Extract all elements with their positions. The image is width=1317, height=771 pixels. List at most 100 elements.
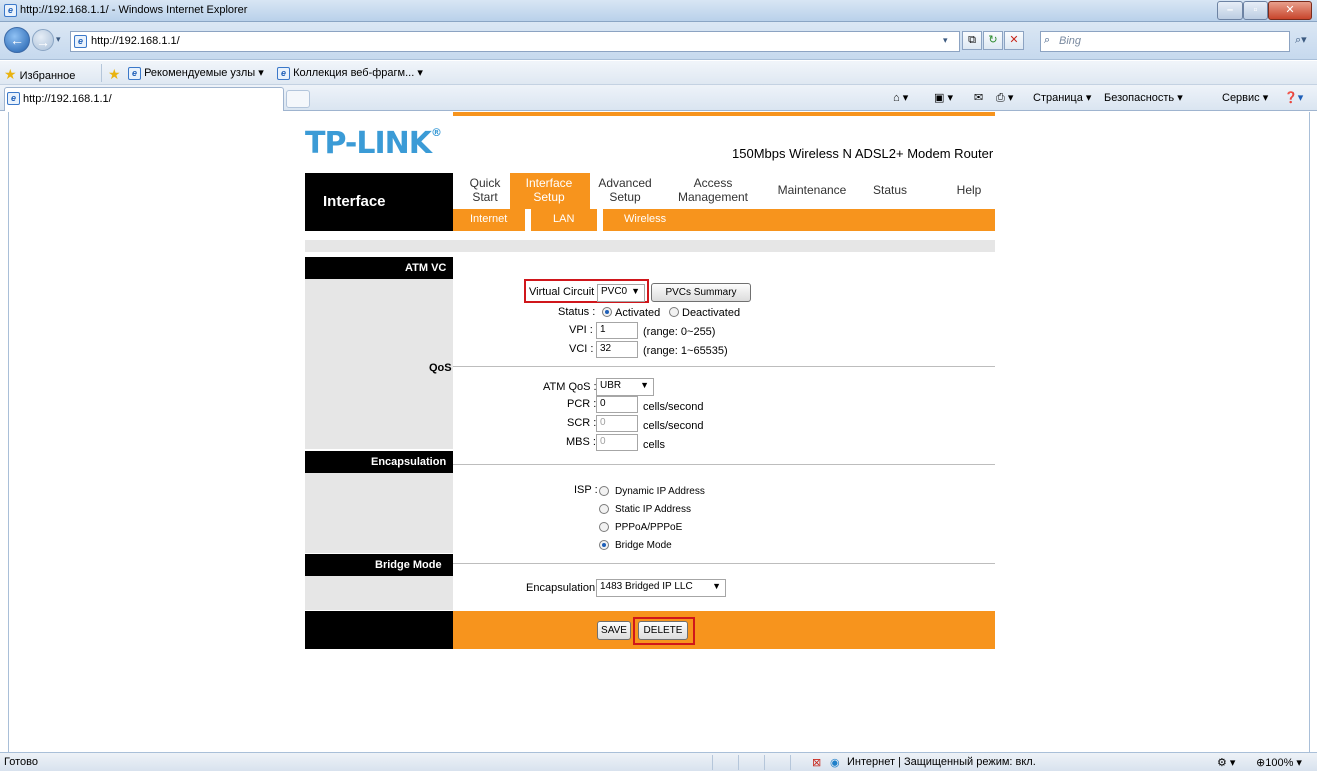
router-page: TP-LINK® 150Mbps Wireless N ADSL2+ Modem…	[305, 112, 995, 652]
page-menu[interactable]: Страница ▾	[1033, 91, 1091, 104]
isp-dynamic-ip-label: Dynamic IP Address	[615, 486, 705, 497]
home-icon[interactable]: ⌂ ▾	[893, 91, 908, 104]
status-bar: Готово ⊠ ◉ Интернет | Защищенный режим: …	[0, 752, 1317, 771]
divider	[712, 755, 713, 770]
vci-label: VCI :	[569, 343, 594, 355]
vpi-range: (range: 0~255)	[643, 326, 716, 338]
chevron-down-icon: ▼	[640, 380, 649, 390]
isp-bridge-mode-radio[interactable]	[599, 540, 609, 550]
back-button[interactable]: ←	[4, 27, 30, 53]
search-field[interactable]: ⌕ Bing	[1040, 31, 1290, 52]
nav-interface-setup[interactable]: Interface Setup	[515, 176, 583, 204]
favorites-bar: ★ Избранное ★ e Рекомендуемые узлы ▾ e К…	[0, 61, 1317, 85]
navigation-bar: ← → ▾ e http://192.168.1.1/ ▾ ⧉ ↻ ✕ ⌕ Bi…	[0, 22, 1317, 60]
save-button[interactable]: SAVE	[597, 621, 631, 640]
window-title-bar: e http://192.168.1.1/ - Windows Internet…	[0, 0, 1317, 22]
tp-link-logo: TP-LINK®	[305, 126, 442, 161]
status-deactivated-radio[interactable]	[669, 307, 679, 317]
pvcs-summary-button[interactable]: PVCs Summary	[651, 283, 751, 302]
subnav-wireless[interactable]: Wireless	[624, 213, 666, 225]
address-field[interactable]: e http://192.168.1.1/ ▾	[70, 31, 960, 52]
nav-advanced-setup[interactable]: Advanced Setup	[593, 176, 657, 204]
vci-range: (range: 1~65535)	[643, 345, 728, 357]
mbs-input[interactable]: 0	[596, 434, 638, 451]
encapsulation-label: Encapsulation	[371, 456, 447, 468]
isp-bridge-mode-label: Bridge Mode	[615, 540, 672, 551]
forward-button[interactable]: →	[32, 29, 54, 51]
subnav-internet[interactable]: Internet	[470, 213, 507, 225]
subnav-lan[interactable]: LAN	[553, 213, 574, 225]
popup-blocked-icon[interactable]: ⊠	[812, 756, 821, 769]
divider	[453, 366, 995, 367]
safety-menu[interactable]: Безопасность ▾	[1104, 91, 1183, 104]
mbs-label: MBS :	[566, 436, 596, 448]
isp-pppoa-pppoe-label: PPPoA/PPPoE	[615, 522, 683, 533]
atm-qos-label: ATM QoS :	[543, 381, 597, 393]
isp-label: ISP :	[574, 484, 598, 496]
spacer-band	[305, 240, 995, 252]
nav-help[interactable]: Help	[951, 183, 987, 197]
bridge-encapsulation-label: Encapsulation :	[526, 582, 602, 594]
virtual-circuit-select[interactable]: PVC0 ▼	[597, 284, 645, 302]
virtual-circuit-label: Virtual Circuit :	[529, 286, 601, 298]
recent-pages-dropdown-icon[interactable]: ▾	[56, 34, 61, 45]
nav-quick-start[interactable]: Quick Start	[465, 176, 505, 204]
page-icon: e	[128, 66, 141, 80]
tab-title: http://192.168.1.1/	[23, 93, 112, 105]
scr-input[interactable]: 0	[596, 415, 638, 432]
nav-maintenance[interactable]: Maintenance	[769, 183, 855, 197]
favorite-suggested-sites[interactable]: e Рекомендуемые узлы ▾	[128, 66, 264, 80]
page-icon: e	[7, 92, 20, 105]
nav-status[interactable]: Status	[867, 183, 913, 197]
compatibility-view-icon[interactable]: ⧉	[962, 31, 982, 50]
section-title: Interface	[323, 193, 386, 210]
feeds-icon[interactable]: ▣ ▾	[934, 91, 953, 104]
zoom-level[interactable]: ⊕100% ▾	[1256, 756, 1302, 769]
subnav-bar	[453, 209, 995, 231]
help-icon[interactable]: ❓▾	[1284, 91, 1303, 104]
divider	[738, 755, 739, 770]
divider	[101, 64, 102, 82]
isp-static-ip-radio[interactable]	[599, 504, 609, 514]
status-label: Status :	[558, 306, 596, 318]
search-placeholder: Bing	[1059, 35, 1082, 47]
pcr-label: PCR :	[567, 398, 597, 410]
isp-pppoa-pppoe-radio[interactable]	[599, 522, 609, 532]
address-dropdown-icon[interactable]: ▾	[943, 35, 948, 46]
minimize-button[interactable]: –	[1217, 1, 1243, 20]
search-engine-icon: ⌕	[1044, 34, 1051, 46]
status-activated-label: Activated	[615, 307, 661, 319]
left-column-bg	[305, 576, 453, 610]
left-column-bg	[305, 473, 453, 553]
tools-menu[interactable]: Сервис ▾	[1222, 91, 1268, 104]
search-icon[interactable]: ⌕▾	[1295, 33, 1307, 47]
close-window-button[interactable]: ✕	[1268, 1, 1312, 20]
new-tab-button[interactable]	[286, 90, 310, 108]
refresh-icon[interactable]: ↻	[983, 31, 1003, 50]
pcr-input[interactable]: 0	[596, 396, 638, 413]
protected-mode-icon[interactable]: ⚙ ▾	[1217, 756, 1235, 769]
stop-icon[interactable]: ✕	[1004, 31, 1024, 50]
ie-icon: e	[4, 4, 17, 17]
address-url: http://192.168.1.1/	[91, 35, 180, 47]
mail-icon[interactable]: ✉	[974, 91, 983, 104]
delete-button[interactable]: DELETE	[638, 621, 688, 640]
isp-dynamic-ip-radio[interactable]	[599, 486, 609, 496]
chevron-down-icon: ▼	[631, 286, 640, 296]
status-activated-radio[interactable]	[602, 307, 612, 317]
pcr-unit: cells/second	[643, 401, 704, 413]
favorite-web-slice-gallery[interactable]: e Коллекция веб-фрагм... ▾	[277, 66, 423, 80]
print-icon[interactable]: ⎙ ▾	[996, 91, 1013, 105]
bridge-encapsulation-select[interactable]: 1483 Bridged IP LLC ▼	[596, 579, 726, 597]
tab-current[interactable]: e http://192.168.1.1/	[4, 87, 284, 111]
status-text: Готово	[4, 756, 38, 768]
bridge-mode-label: Bridge Mode	[375, 559, 442, 571]
favorites-button[interactable]: ★ Избранное	[4, 66, 75, 83]
vci-input[interactable]: 32	[596, 341, 638, 358]
maximize-button[interactable]: ▫	[1243, 1, 1268, 20]
nav-access-management[interactable]: Access Management	[669, 176, 757, 204]
vpi-input[interactable]: 1	[596, 322, 638, 339]
atm-qos-select[interactable]: UBR ▼	[596, 378, 654, 396]
add-favorite-icon[interactable]: ★	[108, 66, 121, 83]
internet-zone-icon: ◉	[830, 757, 840, 769]
